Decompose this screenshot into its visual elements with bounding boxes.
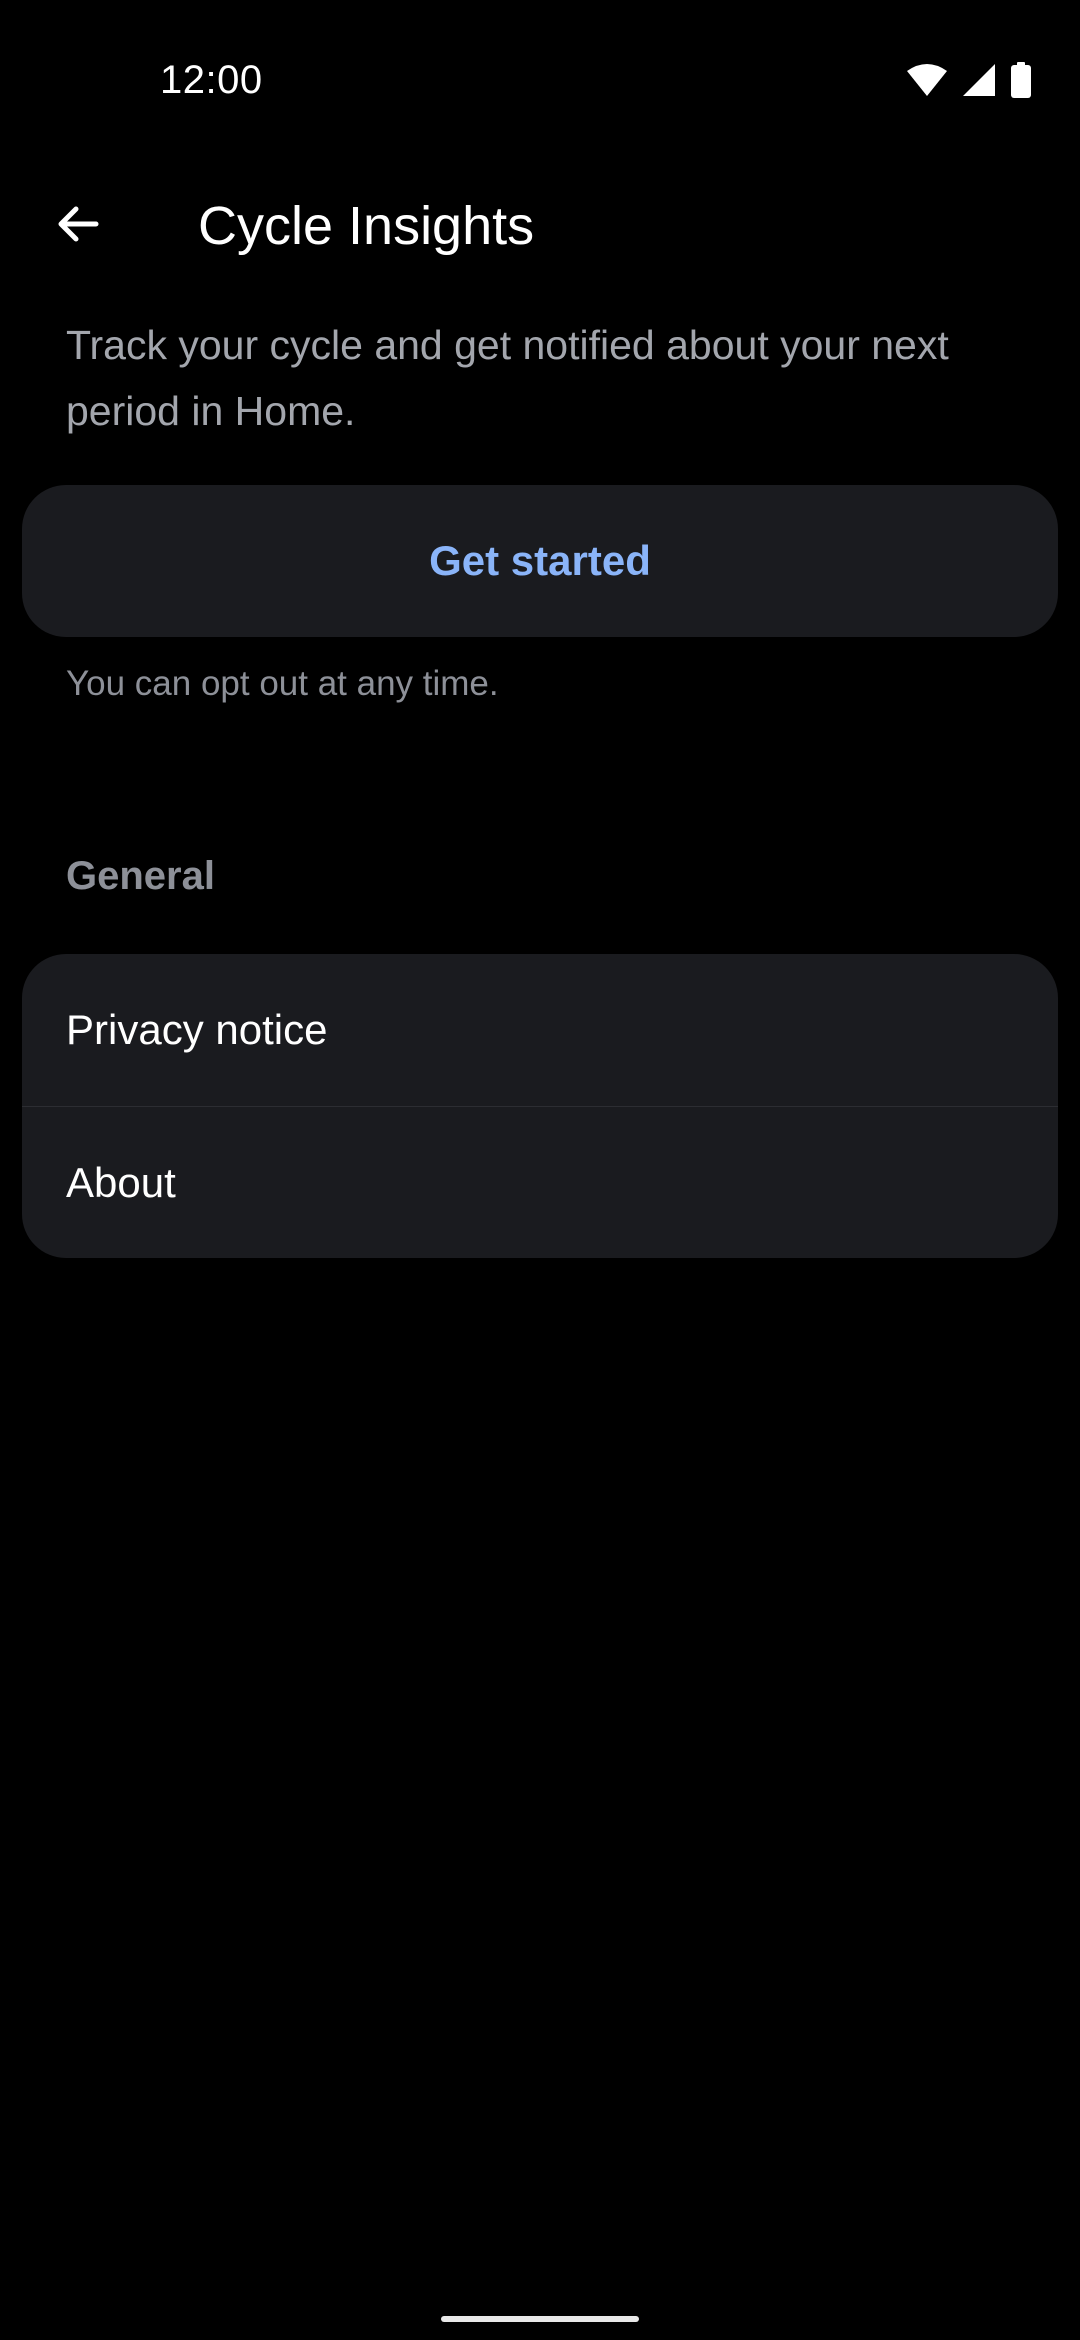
general-settings-card: Privacy notice About — [22, 954, 1058, 1258]
privacy-notice-label: Privacy notice — [66, 1006, 328, 1053]
get-started-button[interactable]: Get started — [22, 485, 1058, 637]
gesture-navigation-bar[interactable] — [441, 2316, 639, 2322]
status-icons — [906, 62, 1032, 98]
page-title: Cycle Insights — [198, 196, 535, 256]
status-bar: 12:00 — [0, 0, 1080, 168]
cellular-signal-icon — [962, 63, 996, 97]
section-header-general: General — [66, 854, 215, 898]
status-time: 12:00 — [160, 58, 263, 102]
about-label: About — [66, 1159, 176, 1206]
wifi-icon — [906, 63, 948, 97]
app-bar: Cycle Insights — [0, 168, 1080, 260]
about-item[interactable]: About — [22, 1107, 1058, 1258]
optout-note: You can opt out at any time. — [66, 664, 499, 703]
arrow-back-icon — [54, 200, 102, 253]
privacy-notice-item[interactable]: Privacy notice — [22, 954, 1058, 1106]
battery-icon — [1010, 62, 1032, 98]
intro-description: Track your cycle and get notified about … — [66, 322, 949, 434]
back-button[interactable] — [36, 184, 120, 268]
